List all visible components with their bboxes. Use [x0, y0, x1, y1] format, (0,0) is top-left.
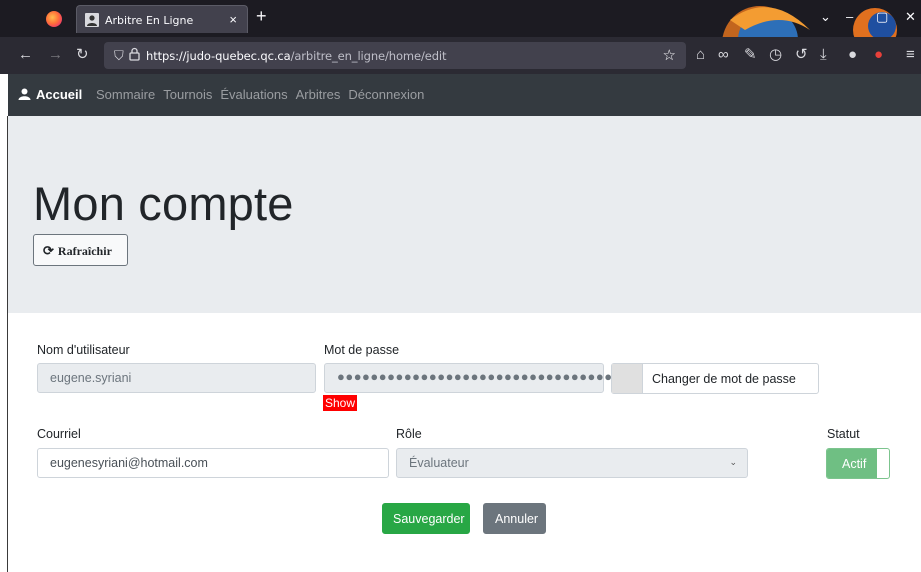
user-favicon-icon	[85, 13, 99, 27]
bookmark-star-icon[interactable]: ☆	[663, 46, 676, 64]
url-text: https://judo-quebec.qc.ca/arbitre_en_lig…	[146, 49, 447, 63]
download-icon[interactable]: ⤓	[820, 47, 827, 62]
email-field[interactable]: eugenesyriani@hotmail.com	[37, 448, 389, 478]
username-field[interactable]: eugene.syriani	[37, 363, 316, 393]
show-password-link[interactable]: Show	[323, 395, 358, 411]
role-label: Rôle	[396, 427, 422, 441]
status-toggle[interactable]: Actif	[826, 448, 890, 479]
extension-e-icon[interactable]: ●	[848, 47, 857, 62]
role-select[interactable]: Évaluateur ⌄	[396, 448, 748, 478]
infinity-extension-icon[interactable]: ∞	[718, 47, 729, 62]
change-password-button[interactable]: Changer de mot de passe	[611, 363, 819, 394]
nav-link-sommaire[interactable]: Sommaire	[96, 87, 155, 102]
window-close-icon[interactable]: ✕	[905, 9, 916, 25]
save-button[interactable]: Sauvegarder	[382, 503, 470, 534]
status-label: Statut	[827, 427, 860, 441]
page-title: Mon compte	[33, 177, 294, 230]
home-icon[interactable]: ⌂	[696, 47, 705, 62]
refresh-label: Rafraîchir	[57, 244, 112, 258]
extension-shield-icon[interactable]: ●	[874, 47, 883, 62]
browser-toolbar: ← → ↻ ⛉ https://judo-quebec.qc.ca/arbitr…	[0, 37, 921, 74]
menu-icon[interactable]: ≡	[906, 47, 915, 62]
cancel-button[interactable]: Annuler	[483, 503, 546, 534]
change-password-label: Changer de mot de passe	[652, 372, 796, 386]
new-tab-button[interactable]: +	[256, 7, 267, 25]
back-icon[interactable]: ←	[18, 47, 33, 62]
status-toggle-on: Actif	[827, 449, 877, 478]
minimize-icon[interactable]: –	[846, 9, 853, 24]
url-host: https://judo-quebec.qc.ca	[146, 49, 291, 63]
lock-icon[interactable]	[129, 47, 140, 61]
user-icon	[18, 88, 31, 100]
browser-tab-bar: Arbitre En Ligne × + ⌄ – ▢ ✕	[0, 0, 921, 68]
app-navbar: Accueil Sommaire Tournois Évaluations Arbit…	[8, 74, 921, 116]
email-label: Courriel	[37, 427, 81, 441]
screen: Arbitre En Ligne × + ⌄ – ▢ ✕ ← → ↻ ⛉ htt…	[0, 0, 921, 572]
maximize-icon[interactable]: ▢	[876, 9, 888, 25]
forward-icon[interactable]: →	[48, 47, 63, 62]
reload-icon[interactable]: ↻	[76, 47, 89, 62]
history-icon[interactable]: ◷	[769, 47, 782, 62]
nav-link-evaluations[interactable]: Évaluations	[220, 87, 287, 102]
wrench-icon[interactable]: ✎	[744, 47, 757, 62]
tab-list-chevron-icon[interactable]: ⌄	[820, 9, 831, 25]
nav-links: Sommaire Tournois Évaluations Arbitres Décon…	[96, 87, 432, 102]
username-label: Nom d'utilisateur	[37, 343, 130, 357]
tab-close-icon[interactable]: ×	[229, 12, 237, 27]
url-path: /arbitre_en_ligne/home/edit	[290, 49, 447, 63]
role-selected-value: Évaluateur	[409, 456, 469, 470]
nav-link-tournois[interactable]: Tournois	[163, 87, 212, 102]
nav-home-label: Accueil	[36, 87, 83, 102]
password-label: Mot de passe	[324, 343, 400, 357]
nav-home[interactable]: Accueil	[18, 87, 82, 102]
nav-link-deconnexion[interactable]: Déconnexion	[348, 87, 424, 102]
undo-icon[interactable]: ↺	[795, 47, 808, 62]
tab-title: Arbitre En Ligne	[105, 14, 194, 27]
change-password-checkbox[interactable]	[612, 364, 643, 393]
refresh-icon: ⟳	[43, 243, 54, 258]
password-field[interactable]: ●●●●●●●●●●●●●●●●●●●●●●●●●●●●●●●●●●●	[324, 363, 629, 393]
refresh-button[interactable]: ⟳ Rafraîchir	[33, 234, 128, 266]
chevron-down-icon: ⌄	[729, 457, 737, 467]
tracking-shield-icon[interactable]: ⛉	[114, 48, 124, 64]
browser-tab[interactable]: Arbitre En Ligne ×	[76, 5, 248, 33]
url-bar[interactable]: ⛉ https://judo-quebec.qc.ca/arbitre_en_l…	[104, 42, 686, 69]
page-header: Mon compte ⟳ Rafraîchir	[8, 116, 921, 313]
nav-link-arbitres[interactable]: Arbitres	[296, 87, 341, 102]
firefox-logo-icon[interactable]	[46, 11, 62, 27]
